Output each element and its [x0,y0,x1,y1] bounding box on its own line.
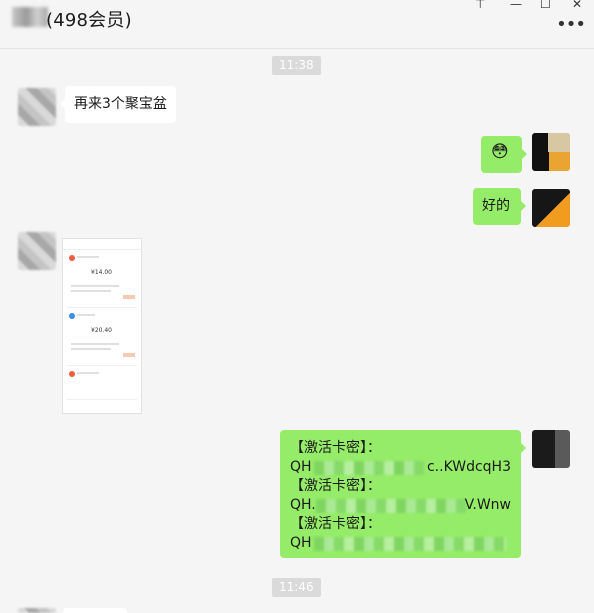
my-avatar[interactable] [532,430,570,468]
code-label: 【激活卡密】： [290,478,381,494]
close-icon[interactable]: ✕ [572,0,582,11]
code-label: 【激活卡密】： [290,516,381,532]
code-value-redacted: QH. V.Wnw [290,496,511,515]
chat-title[interactable]: (498会员) [46,6,132,32]
code-value-redacted: QH c..KWdcqH3 [290,458,511,477]
message-bubble-incoming[interactable]: 再来3个聚宝盆 [60,86,176,123]
my-avatar[interactable] [532,133,570,171]
sender-avatar[interactable] [18,608,56,613]
timestamp: 11:46 [272,578,321,597]
message-bubble-incoming[interactable] [63,608,127,613]
minimize-icon[interactable]: — [510,0,522,11]
sender-avatar[interactable] [18,232,56,270]
chat-header: (498会员) ⊤ — ☐ ✕ ••• [0,0,594,49]
code-prefix: QH [290,459,312,475]
maximize-icon[interactable]: ☐ [540,0,551,11]
code-value-redacted: QH [290,534,511,553]
thumbnail-price: ¥14.00 [91,269,112,276]
sender-avatar[interactable] [18,88,56,126]
message-text: 好的 [482,198,510,214]
timestamp: 11:38 [272,56,321,75]
code-prefix: QH [290,535,312,551]
more-options-icon[interactable]: ••• [556,14,586,35]
thumbnail-price: ¥20.40 [91,327,112,334]
thumbnail-order-card: ¥20.40 [67,311,137,366]
pin-icon[interactable]: ⊤ [475,0,485,11]
code-suffix: c..KWdcqH3 [426,459,511,475]
flushed-emoji-icon: 😳 [491,142,509,162]
my-avatar[interactable] [532,189,570,227]
screenshot-image-message[interactable]: ¥14.00 ¥20.40 [62,238,142,414]
thumbnail-order-card: ¥14.00 [67,253,137,308]
group-name-redacted [12,7,48,27]
thumbnail-order-card [67,369,137,400]
message-bubble-outgoing[interactable]: 好的 [473,188,526,225]
code-suffix: V.Wnw [464,497,511,513]
code-prefix: QH. [290,497,316,513]
code-label: 【激活卡密】： [290,440,381,456]
message-text: 再来3个聚宝盆 [74,96,167,112]
message-bubble-outgoing[interactable]: 【激活卡密】： QH c..KWdcqH3 【激活卡密】： QH. V.Wnw … [280,430,526,558]
message-bubble-outgoing[interactable]: 😳 [481,136,527,173]
